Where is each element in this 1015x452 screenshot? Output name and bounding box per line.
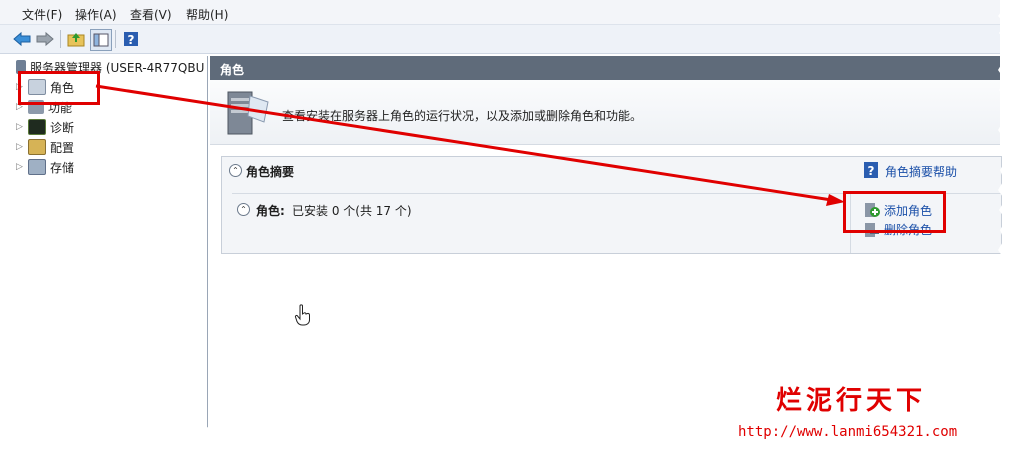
watermark-title: 烂泥行天下 xyxy=(776,386,927,416)
torn-right-edge xyxy=(998,0,1015,452)
watermark-url: http://www.lanmi654321.com xyxy=(738,424,958,440)
